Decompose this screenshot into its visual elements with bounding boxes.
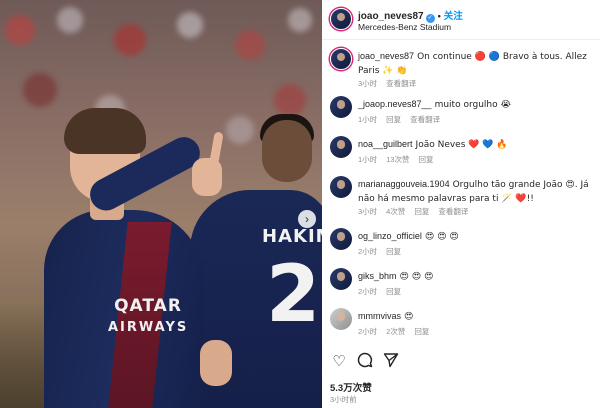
comment-text: João Neves ❤️ 💙 🔥 <box>415 140 508 150</box>
reply-button[interactable]: 回复 <box>386 247 401 256</box>
reply-button[interactable]: 回复 <box>386 115 401 124</box>
comment-text: 😍 <box>404 312 414 322</box>
comment-meta: 2小时 2次赞 回复 <box>358 326 438 337</box>
comment-username[interactable]: noa__guilbert <box>358 139 413 149</box>
player-hakimi-head <box>262 120 312 182</box>
raised-hand <box>192 158 222 196</box>
shirt-sponsor: QATAR AIRWAYS <box>108 296 188 338</box>
next-image-chevron-icon[interactable]: › <box>298 210 316 228</box>
comment-time: 2小时 <box>358 327 378 336</box>
see-translation-link[interactable]: 查看翻译 <box>438 207 468 216</box>
see-translation-link[interactable]: 查看翻译 <box>386 79 416 88</box>
comment-time: 1小时 <box>358 115 378 124</box>
location-link[interactable]: Mercedes-Benz Stadium <box>358 22 451 32</box>
comment-text-block: _joaop.neves87__ muito orgulho 😭 <box>358 98 596 112</box>
post-timestamp: 3小时前 <box>330 395 357 404</box>
commenter-avatar[interactable] <box>330 268 352 290</box>
commenter-avatar[interactable] <box>330 136 352 158</box>
reply-button[interactable]: 回复 <box>386 287 401 296</box>
like-heart-icon[interactable]: ♡ <box>330 352 348 370</box>
like-count-total[interactable]: 5.3万次赞 <box>330 380 372 394</box>
comment-meta: 2小时 回复 <box>358 246 410 257</box>
commenter-avatar[interactable] <box>330 228 352 250</box>
comment-meta: 1小时 回复 查看翻译 <box>358 114 449 125</box>
comment-text-block: og_linzo_officiel 😍 😍 😍 <box>358 230 596 244</box>
comments-list: joao_neves87 On continue 🔴 🔵 Bravo à tous… <box>322 40 600 340</box>
comment-text-block: giks_bhm 😍 😍 😍 <box>358 270 596 284</box>
comment-time: 3小时 <box>358 207 378 216</box>
commenter-avatar[interactable] <box>330 176 352 198</box>
commenter-avatar[interactable] <box>330 308 352 330</box>
lower-hand <box>200 340 232 386</box>
comment-time: 1小时 <box>358 155 378 164</box>
separator-dot: • <box>437 11 441 21</box>
author-username[interactable]: joao_neves87 <box>358 11 424 22</box>
like-count[interactable]: 13次赞 <box>386 155 409 164</box>
author-line: joao_neves87 ✓ • 关注 <box>358 8 463 23</box>
comment-time: 2小时 <box>358 247 378 256</box>
comment-bubble-icon[interactable] <box>356 352 374 370</box>
comment-username[interactable]: marianaggouveia.1904 <box>358 179 450 189</box>
player-neves-hair <box>64 108 146 154</box>
comment-text: 😍 😍 😍 <box>399 272 434 282</box>
reply-button[interactable]: 回复 <box>414 207 429 216</box>
like-count[interactable]: 4次赞 <box>386 207 405 216</box>
comment-text: muito orgulho 😭 <box>434 100 511 110</box>
post-header: joao_neves87 ✓ • 关注 Mercedes-Benz Stadium <box>322 0 600 40</box>
author-avatar[interactable] <box>330 8 352 30</box>
like-count[interactable]: 2次赞 <box>386 327 405 336</box>
comment-text-block: noa__guilbert João Neves ❤️ 💙 🔥 <box>358 138 596 152</box>
caption-avatar[interactable] <box>330 48 352 70</box>
commenter-avatar[interactable] <box>330 96 352 118</box>
share-paper-plane-icon[interactable] <box>382 352 400 370</box>
comment-username[interactable]: joao_neves87 <box>358 51 414 61</box>
comment-username[interactable]: _joaop.neves87__ <box>358 99 432 109</box>
post-sidebar: joao_neves87 ✓ • 关注 Mercedes-Benz Stadium j… <box>322 0 600 408</box>
comment-text-block: marianaggouveia.1904 Orgulho tão grande J… <box>358 178 596 206</box>
reply-button[interactable]: 回复 <box>414 327 429 336</box>
reply-button[interactable]: 回复 <box>419 155 434 164</box>
comment-meta: 3小时 查看翻译 <box>358 78 425 89</box>
sponsor-line2: AIRWAYS <box>108 320 189 335</box>
comment-meta: 2小时 回复 <box>358 286 410 297</box>
comment-meta: 3小时 4次赞 回复 查看翻译 <box>358 206 477 217</box>
comment-username[interactable]: og_linzo_officiel <box>358 231 422 241</box>
shirt-name: HAKIM <box>262 226 322 247</box>
post-photo[interactable]: HAKIM 2 QATAR AIRWAYS › <box>0 0 322 408</box>
sponsor-line1: QATAR <box>114 296 182 316</box>
follow-button[interactable]: 关注 <box>444 11 463 22</box>
caption-text-block: joao_neves87 On continue 🔴 🔵 Bravo à tous… <box>358 50 596 78</box>
comment-text: 😍 😍 😍 <box>424 232 459 242</box>
comment-meta: 1小时 13次赞 回复 <box>358 154 443 165</box>
comment-username[interactable]: mmmvivas <box>358 311 401 321</box>
comment-time: 2小时 <box>358 287 378 296</box>
comment-username[interactable]: giks_bhm <box>358 271 397 281</box>
comment-text-block: mmmvivas 😍 <box>358 310 596 324</box>
comment-time: 3小时 <box>358 79 378 88</box>
post-actions-bar: ♡ <box>330 352 592 372</box>
see-translation-link[interactable]: 查看翻译 <box>410 115 440 124</box>
shirt-number: 2 <box>266 250 321 340</box>
